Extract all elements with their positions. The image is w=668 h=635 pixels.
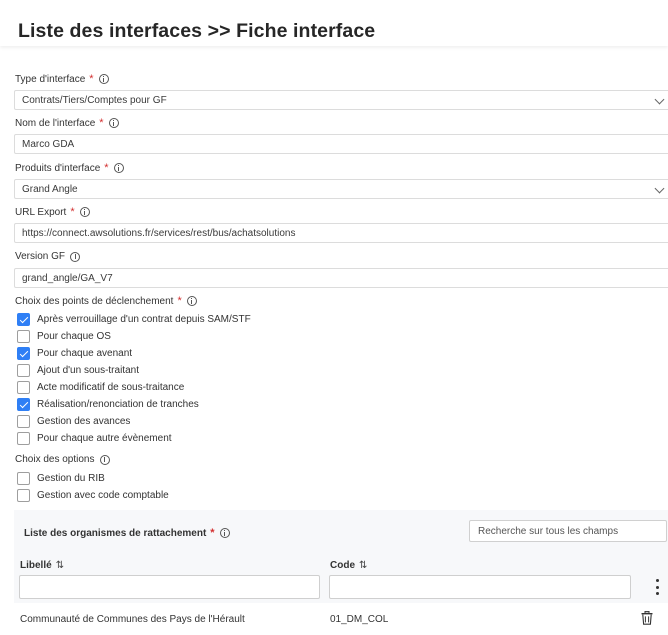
checkbox-label: Pour chaque OS — [37, 331, 111, 342]
version-gf-label-text: Version GF — [15, 251, 66, 262]
chevron-down-icon — [654, 183, 665, 194]
option-item[interactable]: Gestion du RIB — [17, 472, 105, 485]
checkbox[interactable] — [17, 489, 30, 502]
declenchement-option[interactable]: Pour chaque autre évènement — [17, 432, 172, 445]
checkbox[interactable] — [17, 432, 30, 445]
declenchement-option[interactable]: Pour chaque OS — [17, 330, 111, 343]
checkbox-label: Gestion du RIB — [37, 473, 105, 484]
info-icon[interactable] — [108, 118, 119, 128]
table-row: Communauté de Communes des Pays de l'Hér… — [14, 603, 668, 635]
required-marker: * — [89, 73, 94, 85]
global-search-input[interactable]: Recherche sur tous les champs — [469, 520, 667, 542]
checkbox-label: Acte modificatif de sous-traitance — [37, 382, 185, 393]
checkbox-label: Pour chaque autre évènement — [37, 433, 172, 444]
required-marker: * — [99, 117, 104, 129]
produits-interface-label-text: Produits d'interface — [15, 162, 101, 174]
declenchement-option[interactable]: Pour chaque avenant — [17, 347, 132, 360]
checkbox[interactable] — [17, 472, 30, 485]
produits-interface-value: Grand Angle — [22, 183, 78, 195]
checkbox[interactable] — [17, 364, 30, 377]
filter-libelle-input[interactable] — [19, 575, 320, 599]
declenchement-label: Choix des points de déclenchement * — [15, 295, 197, 307]
column-header-libelle[interactable]: Libellé ⇅ — [20, 560, 64, 571]
url-export-input[interactable]: https://connect.awsolutions.fr/services/… — [14, 223, 668, 243]
option-item[interactable]: Gestion avec code comptable — [17, 489, 169, 502]
url-export-label-text: URL Export — [15, 206, 67, 218]
checkbox[interactable] — [17, 313, 30, 326]
url-export-label: URL Export * — [15, 206, 90, 218]
search-placeholder: Recherche sur tous les champs — [478, 525, 619, 537]
info-icon[interactable] — [186, 296, 197, 306]
checkbox[interactable] — [17, 330, 30, 343]
page-title: Liste des interfaces >> Fiche interface — [18, 20, 376, 42]
info-icon[interactable] — [219, 528, 230, 538]
options-label: Choix des options — [15, 454, 110, 465]
nom-interface-label-text: Nom de l'interface — [15, 117, 96, 129]
checkbox[interactable] — [17, 415, 30, 428]
sort-icon[interactable]: ⇅ — [56, 560, 64, 571]
version-gf-label: Version GF — [15, 251, 81, 262]
checkbox[interactable] — [17, 347, 30, 360]
options-label-text: Choix des options — [15, 454, 95, 465]
nom-interface-label: Nom de l'interface * — [15, 117, 119, 129]
filter-code-input[interactable] — [329, 575, 631, 599]
version-gf-input[interactable]: grand_angle/GA_V7 — [14, 268, 668, 288]
checkbox-label: Ajout d'un sous-traitant — [37, 365, 139, 376]
info-icon[interactable] — [113, 163, 124, 173]
declenchement-option[interactable]: Après verrouillage d'un contrat depuis S… — [17, 313, 251, 326]
url-export-value: https://connect.awsolutions.fr/services/… — [22, 227, 296, 239]
produits-interface-label: Produits d'interface * — [15, 162, 124, 174]
declenchement-option[interactable]: Réalisation/renonciation de tranches — [17, 398, 199, 411]
type-interface-value: Contrats/Tiers/Comptes pour GF — [22, 94, 167, 106]
checkbox-label: Pour chaque avenant — [37, 348, 133, 359]
organismes-section: Liste des organismes de rattachement * R… — [14, 510, 668, 635]
declenchement-option[interactable]: Acte modificatif de sous-traitance — [17, 381, 184, 394]
required-marker: * — [70, 206, 75, 218]
checkbox-label: Gestion avec code comptable — [37, 490, 169, 501]
type-interface-label: Type d'interface * — [15, 73, 109, 85]
sort-icon[interactable]: ⇅ — [359, 560, 367, 571]
info-icon[interactable] — [98, 74, 109, 84]
produits-interface-select[interactable]: Grand Angle — [14, 179, 668, 199]
page: Liste des interfaces >> Fiche interface … — [0, 0, 668, 635]
info-icon[interactable] — [99, 454, 110, 465]
column-header-code[interactable]: Code ⇅ — [330, 560, 367, 571]
checkbox-label: Réalisation/renonciation de tranches — [37, 399, 199, 410]
column-header-code-text: Code — [330, 560, 355, 571]
type-interface-select[interactable]: Contrats/Tiers/Comptes pour GF — [14, 90, 668, 110]
required-marker: * — [210, 527, 215, 539]
info-icon[interactable] — [70, 251, 81, 262]
checkbox-label: Après verrouillage d'un contrat depuis S… — [37, 314, 251, 325]
required-marker: * — [177, 295, 182, 307]
title-bar: Liste des interfaces >> Fiche interface — [0, 0, 668, 46]
declenchement-label-text: Choix des points de déclenchement — [15, 295, 174, 307]
organismes-title: Liste des organismes de rattachement * — [24, 527, 230, 539]
type-interface-label-text: Type d'interface — [15, 73, 86, 85]
more-options-icon[interactable] — [655, 579, 659, 595]
checkbox[interactable] — [17, 381, 30, 394]
nom-interface-input[interactable]: Marco GDA — [14, 134, 668, 154]
nom-interface-value: Marco GDA — [22, 138, 75, 150]
trash-icon[interactable] — [641, 611, 653, 625]
organismes-title-text: Liste des organismes de rattachement — [24, 527, 207, 539]
checkbox[interactable] — [17, 398, 30, 411]
cell-libelle: Communauté de Communes des Pays de l'Hér… — [20, 614, 245, 625]
column-header-libelle-text: Libellé — [20, 560, 52, 571]
cell-code: 01_DM_COL — [330, 614, 389, 625]
chevron-down-icon — [654, 94, 665, 105]
declenchement-option[interactable]: Ajout d'un sous-traitant — [17, 364, 139, 377]
info-icon[interactable] — [79, 207, 90, 217]
required-marker: * — [104, 162, 109, 174]
declenchement-option[interactable]: Gestion des avances — [17, 415, 130, 428]
checkbox-label: Gestion des avances — [37, 416, 131, 427]
version-gf-value: grand_angle/GA_V7 — [22, 272, 113, 284]
